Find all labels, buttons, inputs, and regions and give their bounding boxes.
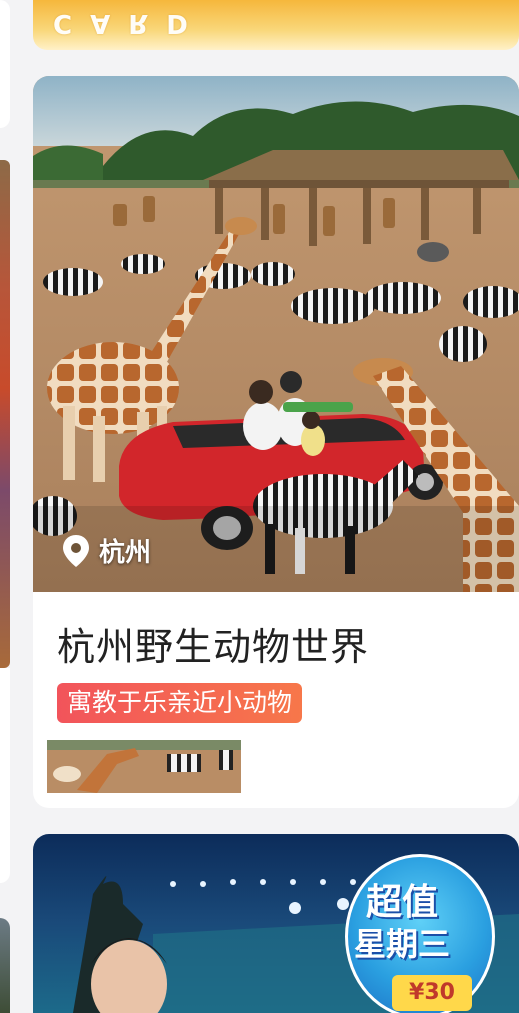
adjacent-card-image[interactable] xyxy=(0,160,10,668)
coupon-badge: ¥30 xyxy=(392,975,472,1011)
location-label: 杭州 xyxy=(99,538,152,568)
attraction-hero-image[interactable]: 杭州 xyxy=(33,76,519,592)
next-attraction-card[interactable]: 超值 星期三 ¥30 xyxy=(33,834,519,1013)
adjacent-card-top[interactable] xyxy=(0,0,10,128)
location-pin-icon xyxy=(63,534,89,567)
attraction-title[interactable]: 杭州野生动物世界 xyxy=(57,616,369,671)
attraction-card[interactable]: 杭州 杭州野生动物世界 寓教于乐亲近小动物 xyxy=(33,76,519,808)
promo-badge[interactable]: 超值 星期三 ¥30 xyxy=(345,854,495,1013)
attraction-tag-badge: 寓教于乐亲近小动物 xyxy=(57,683,303,723)
attraction-thumbnail[interactable] xyxy=(47,740,241,793)
promo-line-2: 星期三 xyxy=(354,925,451,963)
promo-banner[interactable]: CARD xyxy=(33,0,519,50)
adjacent-card-bottom[interactable] xyxy=(0,918,10,1013)
adjacent-card-body[interactable] xyxy=(0,668,10,883)
location-tag: 杭州 xyxy=(61,532,151,569)
adjacent-column xyxy=(0,0,10,1013)
banner-text: CARD xyxy=(53,8,206,38)
promo-line-1: 超值 xyxy=(366,882,439,923)
